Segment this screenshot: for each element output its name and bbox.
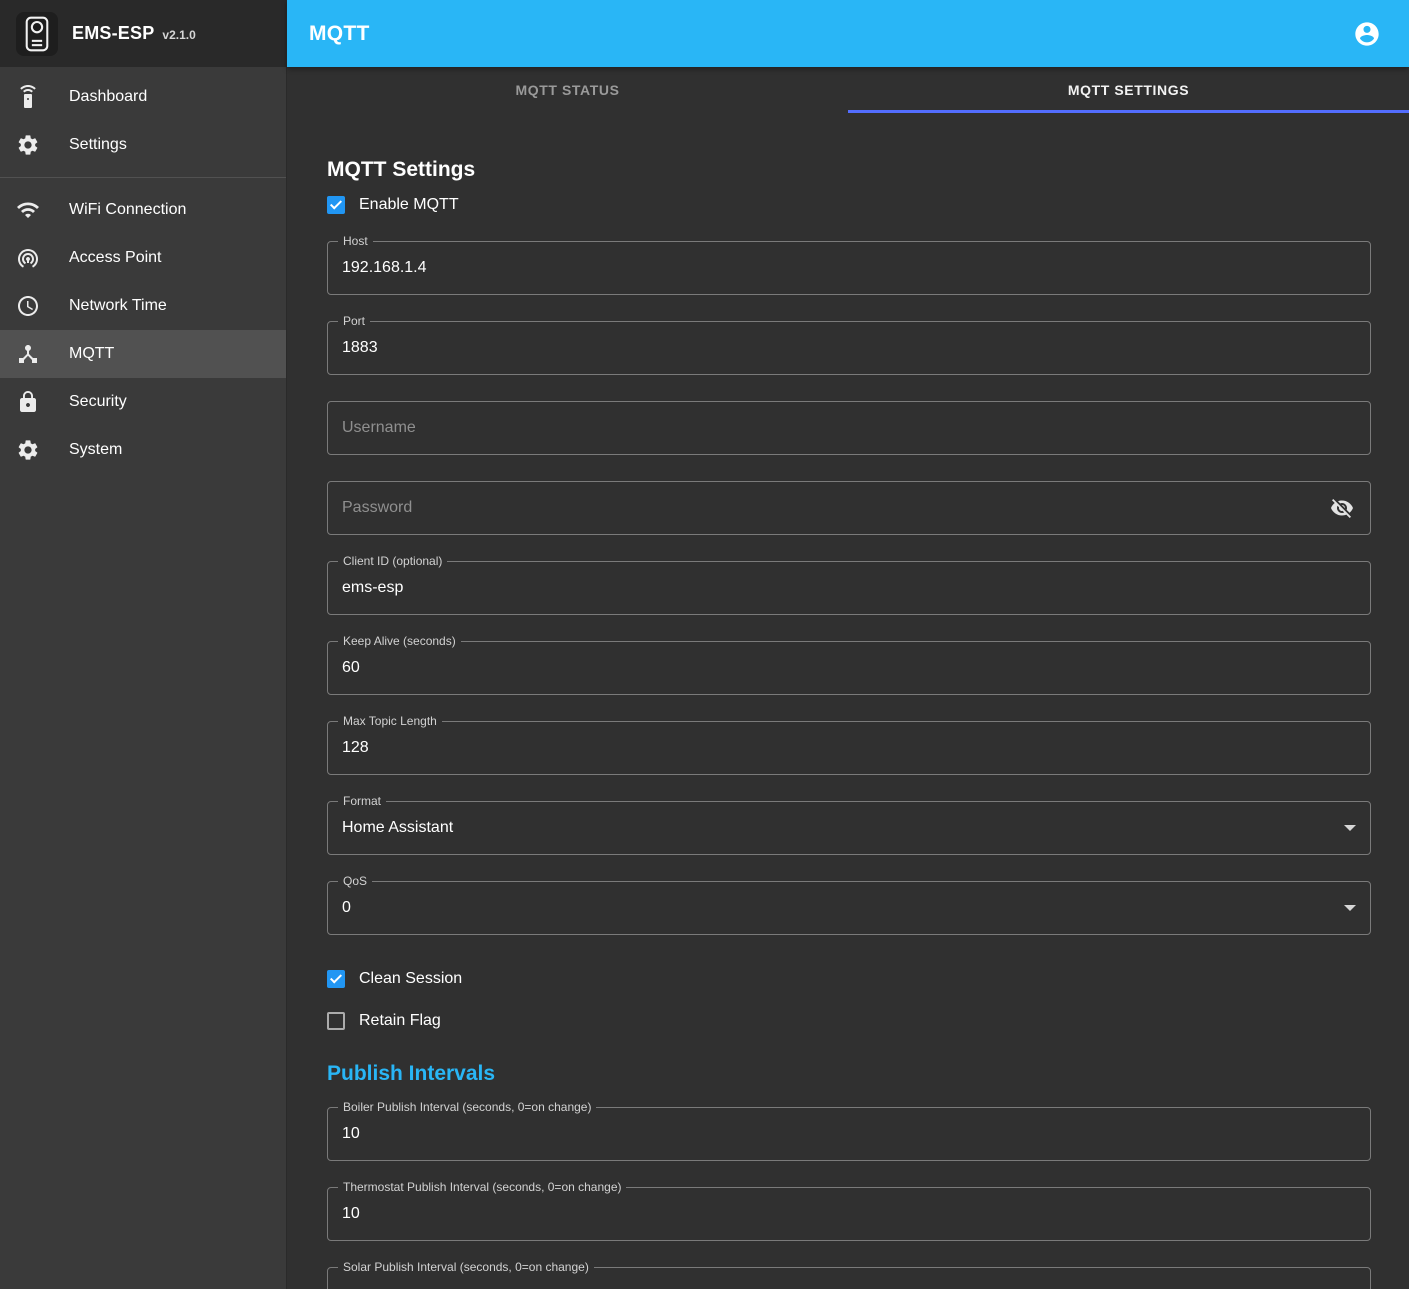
sidebar-item-label: Security (69, 393, 127, 411)
sidebar: EMS-ESP v2.1.0 Dashboard Settings (0, 0, 287, 1289)
brand: EMS-ESP v2.1.0 (72, 23, 196, 44)
app-version: v2.1.0 (162, 28, 195, 42)
sidebar-item-label: Access Point (69, 249, 161, 267)
sidebar-item-label: MQTT (69, 345, 114, 363)
sidebar-item-security[interactable]: Security (0, 378, 286, 426)
keep-alive-input[interactable] (342, 659, 1356, 677)
enable-mqtt-checkbox[interactable] (327, 196, 345, 214)
appbar: MQTT (287, 0, 1409, 67)
sidebar-item-label: Network Time (69, 297, 167, 315)
sidebar-item-dashboard[interactable]: Dashboard (0, 73, 286, 121)
format-select-value: Home Assistant (342, 819, 1336, 837)
ems-esp-logo-icon (16, 12, 58, 56)
tab-bar: MQTT STATUS MQTT SETTINGS (287, 67, 1409, 113)
host-field: Host (327, 241, 1371, 295)
max-topic-length-input[interactable] (342, 739, 1356, 757)
qos-select-value: 0 (342, 899, 1336, 917)
qos-select[interactable]: QoS 0 (327, 881, 1371, 935)
client-id-field-label: Client ID (optional) (338, 554, 447, 568)
client-id-input[interactable] (342, 579, 1356, 597)
tab-mqtt-settings[interactable]: MQTT SETTINGS (848, 67, 1409, 113)
enable-mqtt-checkbox-row[interactable]: Enable MQTT (327, 183, 1371, 227)
main-area: MQTT MQTT STATUS MQTT SETTINGS MQTT Sett… (287, 0, 1409, 1289)
chevron-down-icon (1344, 825, 1356, 831)
solar-publish-interval-input[interactable] (342, 1285, 1356, 1289)
thermostat-publish-interval-label: Thermostat Publish Interval (seconds, 0=… (338, 1180, 626, 1194)
clean-session-label: Clean Session (359, 970, 462, 988)
qos-select-label: QoS (338, 874, 372, 888)
mqtt-settings-panel: MQTT Settings Enable MQTT Host Port (287, 113, 1409, 1289)
host-field-label: Host (338, 234, 373, 248)
wifi-tethering-icon (16, 246, 40, 270)
app-root: EMS-ESP v2.1.0 Dashboard Settings (0, 0, 1409, 1289)
host-input[interactable] (342, 259, 1356, 277)
solar-publish-interval-label: Solar Publish Interval (seconds, 0=on ch… (338, 1260, 594, 1274)
sidebar-item-system[interactable]: System (0, 426, 286, 474)
username-input[interactable] (342, 419, 1356, 437)
account-icon[interactable] (1347, 14, 1387, 54)
clean-session-checkbox-row[interactable]: Clean Session (327, 961, 1371, 997)
retain-flag-label: Retain Flag (359, 1012, 441, 1030)
keep-alive-field-label: Keep Alive (seconds) (338, 634, 461, 648)
port-field-label: Port (338, 314, 370, 328)
app-title: EMS-ESP (72, 23, 154, 44)
password-input[interactable] (342, 499, 1320, 517)
sidebar-item-label: System (69, 441, 122, 459)
format-select[interactable]: Format Home Assistant (327, 801, 1371, 855)
wifi-icon (16, 198, 40, 222)
device-hub-icon (16, 342, 40, 366)
client-id-field: Client ID (optional) (327, 561, 1371, 615)
mqtt-settings-heading: MQTT Settings (327, 157, 1371, 183)
chevron-down-icon (1344, 905, 1356, 911)
sidebar-nav: Dashboard Settings WiFi Connection Acc (0, 67, 286, 474)
enable-mqtt-label: Enable MQTT (359, 196, 459, 214)
publish-intervals-heading: Publish Intervals (327, 1061, 1371, 1087)
remote-device-icon (16, 85, 40, 109)
sidebar-item-mqtt[interactable]: MQTT (0, 330, 286, 378)
username-field (327, 401, 1371, 455)
sidebar-header: EMS-ESP v2.1.0 (0, 0, 286, 67)
tab-mqtt-status[interactable]: MQTT STATUS (287, 67, 848, 113)
clock-icon (16, 294, 40, 318)
sidebar-item-settings[interactable]: Settings (0, 121, 286, 169)
clean-session-checkbox[interactable] (327, 970, 345, 988)
max-topic-length-field-label: Max Topic Length (338, 714, 442, 728)
gear-icon (16, 133, 40, 157)
max-topic-length-field: Max Topic Length (327, 721, 1371, 775)
lock-icon (16, 390, 40, 414)
sidebar-item-network-time[interactable]: Network Time (0, 282, 286, 330)
gear-icon (16, 438, 40, 462)
visibility-off-icon[interactable] (1328, 494, 1356, 522)
password-field (327, 481, 1371, 535)
thermostat-publish-interval-field: Thermostat Publish Interval (seconds, 0=… (327, 1187, 1371, 1241)
sidebar-item-label: Settings (69, 136, 127, 154)
thermostat-publish-interval-input[interactable] (342, 1205, 1356, 1223)
boiler-publish-interval-label: Boiler Publish Interval (seconds, 0=on c… (338, 1100, 596, 1114)
retain-flag-checkbox[interactable] (327, 1012, 345, 1030)
format-select-label: Format (338, 794, 386, 808)
page-title: MQTT (309, 22, 370, 46)
sidebar-item-label: WiFi Connection (69, 201, 186, 219)
sidebar-item-label: Dashboard (69, 88, 147, 106)
sidebar-item-access-point[interactable]: Access Point (0, 234, 286, 282)
keep-alive-field: Keep Alive (seconds) (327, 641, 1371, 695)
retain-flag-checkbox-row[interactable]: Retain Flag (327, 1003, 1371, 1039)
boiler-publish-interval-field: Boiler Publish Interval (seconds, 0=on c… (327, 1107, 1371, 1161)
boiler-publish-interval-input[interactable] (342, 1125, 1356, 1143)
port-field: Port (327, 321, 1371, 375)
sidebar-item-wifi-connection[interactable]: WiFi Connection (0, 186, 286, 234)
sidebar-divider (0, 177, 286, 178)
port-input[interactable] (342, 339, 1356, 357)
solar-publish-interval-field: Solar Publish Interval (seconds, 0=on ch… (327, 1267, 1371, 1289)
